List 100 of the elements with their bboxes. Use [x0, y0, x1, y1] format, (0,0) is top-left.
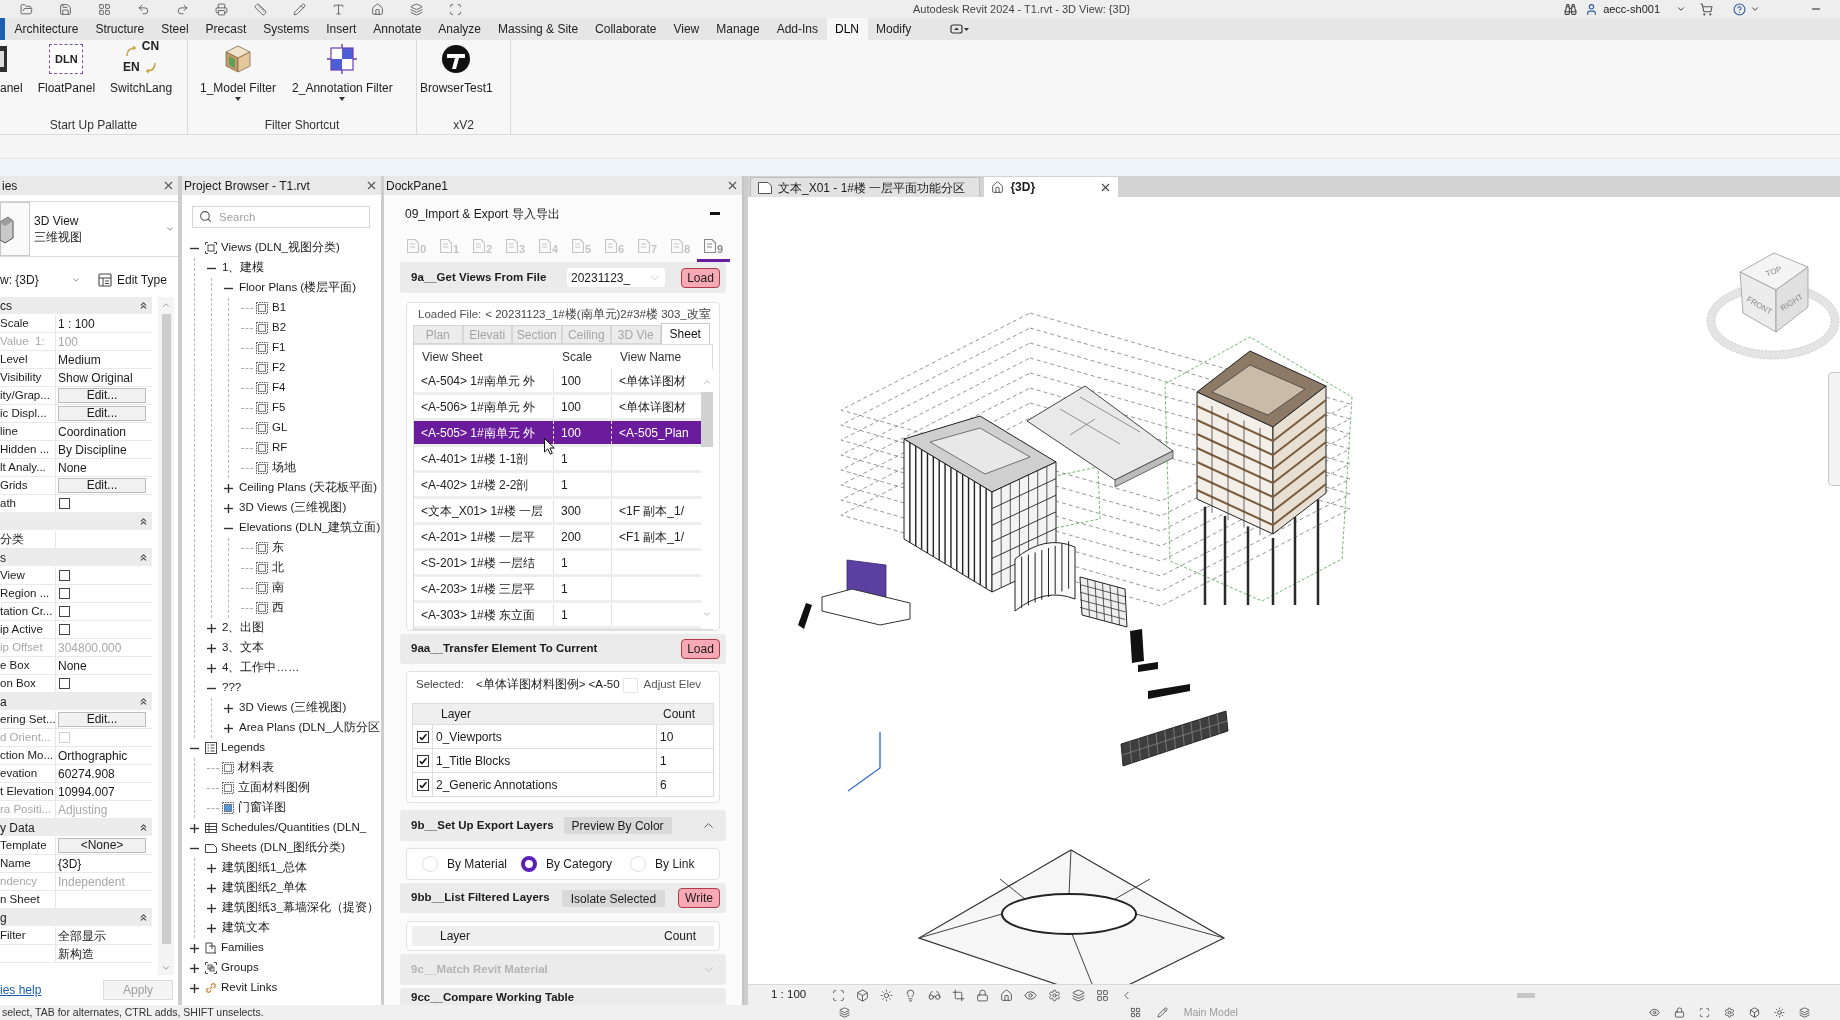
property-value[interactable]: None: [58, 656, 87, 675]
tree-item[interactable]: Floor Plans (楼层平面): [239, 279, 357, 297]
column-header[interactable]: Scale: [562, 350, 593, 364]
edit-button[interactable]: <None>: [58, 838, 146, 853]
gear-icon[interactable]: [1724, 1007, 1735, 1018]
ribbon-tab[interactable]: Steel: [152, 18, 198, 40]
expand-icon[interactable]: [207, 623, 216, 633]
table-row[interactable]: <A-201> 1#楼 一层平 200 <F1 副本_1/: [414, 525, 701, 551]
tree-item[interactable]: Elevations (DLN_建筑立面): [239, 519, 381, 537]
eye-icon[interactable]: [1649, 1007, 1660, 1018]
expand-icon[interactable]: [207, 663, 216, 673]
ribbon-button[interactable]: 1_Model Filter: [200, 44, 277, 101]
property-group-header[interactable]: g: [0, 909, 152, 927]
ribbon-tab[interactable]: Collaborate: [586, 18, 665, 40]
expand-icon[interactable]: [224, 723, 233, 733]
grid-icon[interactable]: [98, 2, 111, 16]
expand-icon[interactable]: [207, 883, 216, 893]
adjust-elev-checkbox[interactable]: [622, 677, 638, 693]
pencil-icon[interactable]: [293, 2, 306, 16]
tree-item[interactable]: 材料表: [222, 759, 274, 777]
radio-icon[interactable]: [521, 856, 538, 872]
close-icon[interactable]: [162, 179, 175, 192]
collapse-icon[interactable]: [138, 300, 149, 311]
cart-icon[interactable]: [1700, 2, 1713, 16]
table-row[interactable]: <A-402> 1#楼 2-2剖 1: [414, 473, 701, 499]
help-link[interactable]: ies help: [0, 981, 42, 999]
tree-item[interactable]: Families: [205, 939, 264, 957]
tree-item[interactable]: 北: [256, 559, 284, 577]
load-button[interactable]: Load: [681, 267, 720, 288]
scrollbar-thumb[interactable]: [701, 392, 713, 447]
expand-icon[interactable]: [207, 903, 216, 913]
expand-icon[interactable]: [207, 923, 216, 933]
expand-icon[interactable]: [190, 943, 199, 953]
file-dropdown[interactable]: 20231123_: [567, 268, 665, 287]
ribbon-tab[interactable]: Manage: [707, 18, 769, 40]
layers-icon[interactable]: [1799, 1007, 1810, 1018]
checkbox[interactable]: [59, 498, 70, 509]
checkbox[interactable]: [59, 678, 70, 689]
house-icon[interactable]: [371, 2, 384, 16]
view-scale[interactable]: 1 : 100: [771, 986, 807, 1004]
layers-icon[interactable]: [838, 1007, 850, 1018]
expand-icon[interactable]: [224, 483, 233, 493]
tree-item[interactable]: Schedules/Quantities (DLN_: [205, 819, 367, 837]
checkbox[interactable]: [416, 778, 429, 791]
crop-icon[interactable]: [952, 988, 966, 1002]
folder-icon[interactable]: [20, 2, 33, 16]
property-value[interactable]: 全部显示: [58, 926, 106, 945]
tree-item[interactable]: 3D Views (三维视图): [239, 699, 347, 717]
table-row[interactable]: <A-505> 1#南单元 外 100 <A-505_Plan: [414, 421, 701, 447]
expand-icon[interactable]: [207, 643, 216, 653]
table-row[interactable]: <A-203> 1#楼 三层平 1: [414, 577, 701, 603]
tree-item[interactable]: RF: [256, 439, 288, 457]
tree-item[interactable]: 2、出图: [222, 619, 265, 637]
tree-item[interactable]: F1: [256, 339, 286, 357]
table-row[interactable]: <S-201> 1#楼 一层结 1: [414, 551, 701, 577]
table-row[interactable]: <A-504> 1#南单元 外 100 <单体详图材: [414, 369, 701, 395]
tree-item[interactable]: 建筑图纸3_幕墙深化（提资）: [222, 899, 379, 917]
checkbox[interactable]: [416, 730, 429, 743]
table-row[interactable]: <A-506> 1#南单元 外 100 <单体详图材: [414, 395, 701, 421]
property-value[interactable]: Medium: [58, 350, 101, 369]
tree-item[interactable]: 西: [256, 599, 284, 617]
box-icon[interactable]: [856, 988, 870, 1002]
checkbox[interactable]: [59, 588, 70, 599]
user-name[interactable]: aecc-sh001: [1603, 0, 1660, 18]
property-value[interactable]: 10994.007: [58, 782, 115, 801]
property-value[interactable]: 1 : 100: [58, 314, 95, 333]
property-value[interactable]: 60274.908: [58, 764, 115, 783]
checkbox[interactable]: [59, 624, 70, 635]
tree-item[interactable]: 3D Views (三维视图): [239, 499, 347, 517]
tree-item[interactable]: 东: [256, 539, 284, 557]
column-header[interactable]: Count: [664, 929, 697, 943]
ribbon-tab[interactable]: Architecture: [6, 18, 88, 40]
grid-icon[interactable]: [1096, 988, 1110, 1002]
edit-button[interactable]: Edit...: [58, 388, 146, 403]
view-dropdown[interactable]: w: {3D}: [0, 269, 84, 290]
ribbon-tab[interactable]: Massing & Site: [489, 18, 587, 40]
property-value[interactable]: Show Original: [58, 368, 133, 387]
property-value[interactable]: Coordination: [58, 422, 127, 441]
grid-icon[interactable]: [1129, 1007, 1141, 1018]
eye-icon[interactable]: [1024, 988, 1038, 1002]
property-value[interactable]: None: [58, 458, 87, 477]
column-header[interactable]: View Sheet: [422, 350, 483, 364]
help-icon[interactable]: [1733, 2, 1746, 16]
checkbox[interactable]: [59, 570, 70, 581]
checkbox[interactable]: [416, 754, 429, 767]
close-icon[interactable]: [726, 179, 739, 192]
user-icon[interactable]: [1585, 2, 1599, 16]
save-icon[interactable]: [59, 2, 72, 16]
property-value[interactable]: Orthographic: [58, 746, 128, 765]
tree-item[interactable]: 4、工作中……: [222, 659, 300, 677]
tree-item[interactable]: B2: [256, 319, 287, 337]
expand-icon[interactable]: [190, 963, 199, 973]
tree-item[interactable]: 建筑图纸2_单体: [222, 879, 307, 897]
collapse-icon[interactable]: [138, 696, 149, 707]
radio-button[interactable]: By Link: [630, 855, 695, 873]
scan-icon[interactable]: [449, 2, 462, 16]
table-row[interactable]: <文本_X01> 1#楼 一层 300 <1F 副本_1/: [414, 499, 701, 525]
ribbon-tab[interactable]: View: [664, 18, 708, 40]
property-value[interactable]: 新构造: [58, 944, 94, 963]
tree-item[interactable]: F5: [256, 399, 286, 417]
